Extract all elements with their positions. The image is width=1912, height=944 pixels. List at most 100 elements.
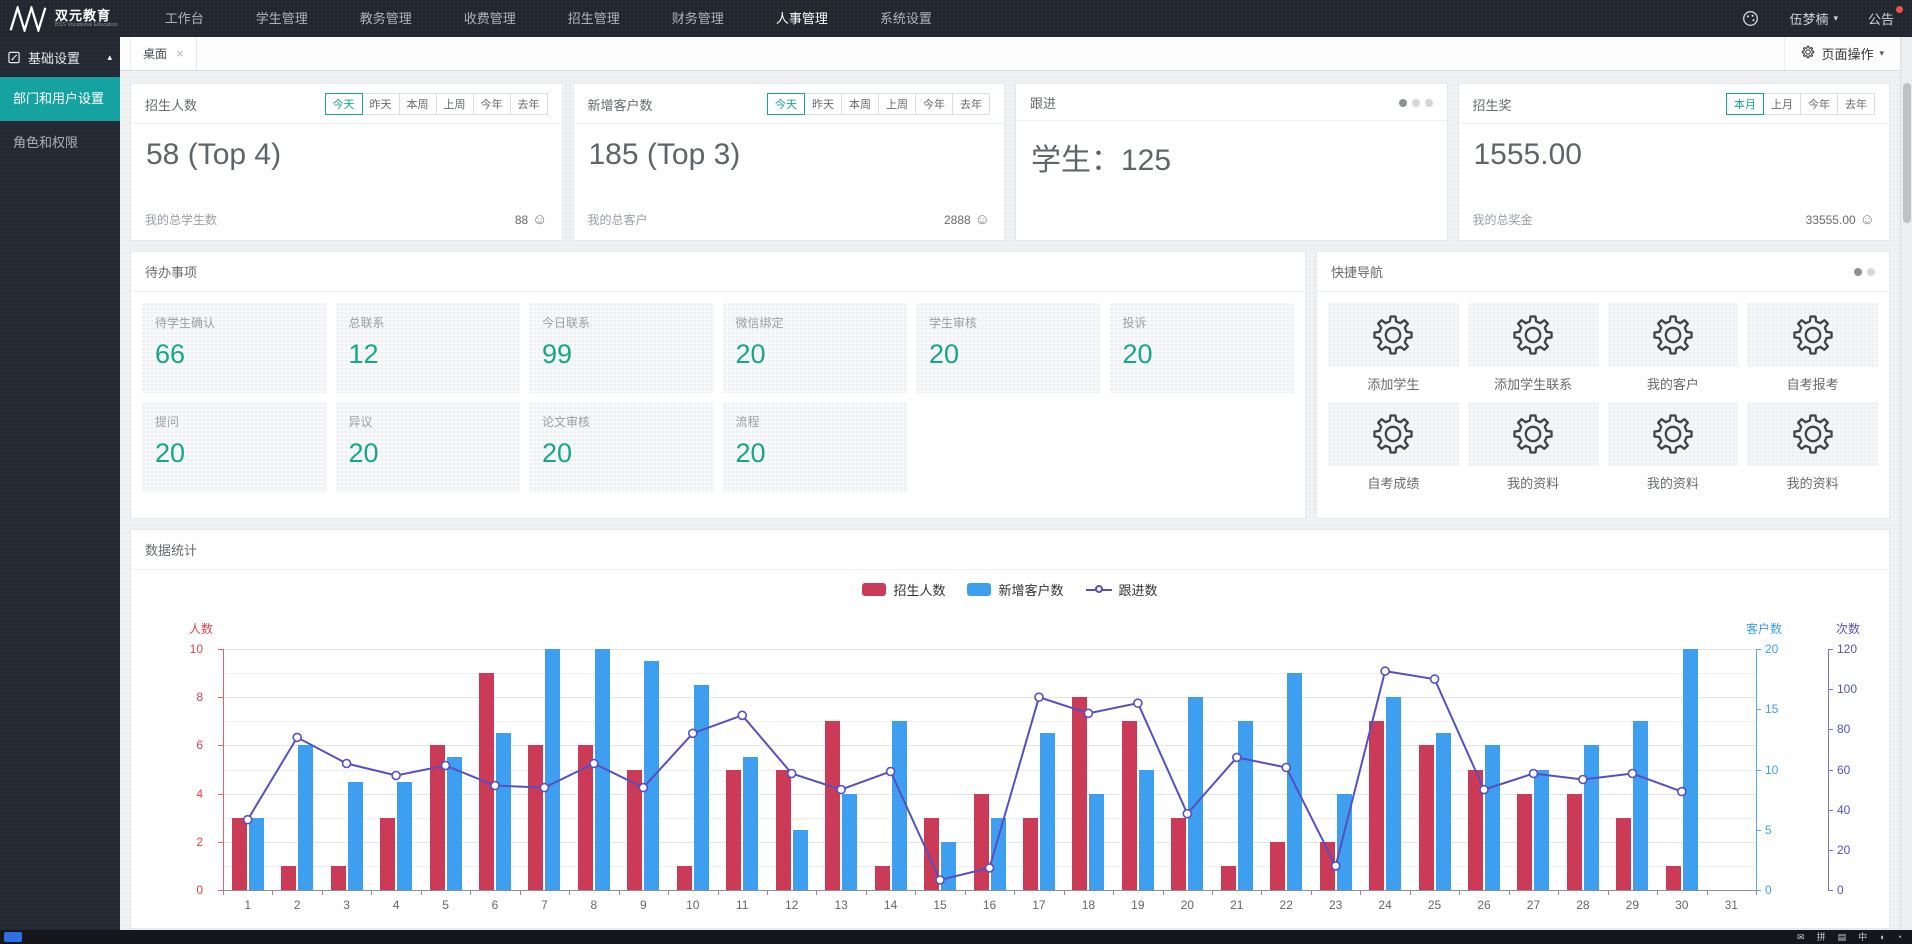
user-menu[interactable]: 伍梦楠 ▾	[1789, 9, 1838, 28]
nav-item-2[interactable]: 学生管理	[230, 0, 334, 37]
x-axis-label: 1	[244, 898, 251, 912]
quick-nav-tile-3[interactable]: 我的客户	[1608, 303, 1739, 393]
announcement-label: 公告	[1868, 12, 1894, 27]
todo-tile-2[interactable]: 总联系12	[336, 303, 521, 393]
quick-nav-tile-6[interactable]: 我的资料	[1468, 402, 1599, 492]
nav-item-7[interactable]: 人事管理	[750, 0, 854, 37]
carousel-dot[interactable]	[1399, 99, 1407, 107]
language-icon[interactable]: 中	[1858, 932, 1867, 942]
todo-tile-4[interactable]: 微信绑定20	[723, 303, 908, 393]
volume-icon[interactable]: ◖	[1879, 932, 1884, 942]
carousel-dot[interactable]	[1854, 268, 1862, 276]
filter-button-去年[interactable]: 去年	[510, 93, 548, 115]
tab-desktop[interactable]: 桌面 ×	[130, 37, 197, 70]
quick-nav-tile-5[interactable]: 自考成绩	[1328, 402, 1459, 492]
stat-card-body: 58 (Top 4)	[131, 124, 562, 211]
x-tick-mark	[619, 890, 620, 895]
sidebar-item-1[interactable]: 部门和用户设置	[0, 77, 120, 121]
todo-tile-5[interactable]: 学生审核20	[916, 303, 1101, 393]
y-axis-offset-tick: 100	[1837, 682, 1857, 696]
line-point	[1678, 788, 1686, 796]
x-axis-label: 17	[1032, 898, 1045, 912]
sidebar-item-2[interactable]: 角色和权限	[0, 121, 120, 165]
x-tick-mark	[1064, 890, 1065, 895]
nav-item-5[interactable]: 招生管理	[542, 0, 646, 37]
line-point	[392, 772, 400, 780]
x-tick-mark	[223, 890, 224, 895]
x-axis-label: 28	[1576, 898, 1589, 912]
todo-tile-3[interactable]: 今日联系99	[529, 303, 714, 393]
sidebar-group-header[interactable]: 基础设置 ▴	[0, 37, 120, 77]
quick-nav-dots	[1854, 268, 1875, 276]
filter-button-上周[interactable]: 上周	[436, 93, 474, 115]
chevron-down-icon: ▾	[1833, 13, 1838, 24]
todo-tile-9[interactable]: 论文审核20	[529, 402, 714, 492]
filter-button-今年[interactable]: 今年	[915, 93, 953, 115]
legend-item-跟进数[interactable]: 跟进数	[1086, 580, 1158, 599]
filter-button-上月[interactable]: 上月	[1763, 93, 1801, 115]
todo-tile-6[interactable]: 投诉20	[1110, 303, 1295, 393]
filter-button-昨天[interactable]: 昨天	[804, 93, 842, 115]
vertical-scrollbar[interactable]	[1900, 37, 1912, 930]
footer-label: 我的总奖金	[1473, 211, 1533, 228]
theme-palette-icon[interactable]	[1742, 10, 1759, 27]
filter-button-今天[interactable]: 今天	[325, 93, 363, 115]
filter-button-去年[interactable]: 去年	[952, 93, 990, 115]
filter-button-今年[interactable]: 今年	[473, 93, 511, 115]
x-tick-mark	[915, 890, 916, 895]
filter-button-昨天[interactable]: 昨天	[362, 93, 400, 115]
scrollbar-thumb[interactable]	[1903, 83, 1911, 223]
ime-icon[interactable]: 拼	[1817, 932, 1826, 942]
todo-label: 微信绑定	[736, 314, 895, 331]
carousel-dot[interactable]	[1867, 268, 1875, 276]
filter-button-本月[interactable]: 本月	[1726, 93, 1764, 115]
carousel-dot[interactable]	[1412, 99, 1420, 107]
announcement-link[interactable]: 公告	[1868, 9, 1894, 28]
todo-tile-10[interactable]: 流程20	[723, 402, 908, 492]
quick-nav-tile-1[interactable]: 添加学生	[1328, 303, 1459, 393]
filter-button-今天[interactable]: 今天	[767, 93, 805, 115]
nav-item-6[interactable]: 财务管理	[646, 0, 750, 37]
line-point	[1332, 862, 1340, 870]
carousel-dot[interactable]	[1425, 99, 1433, 107]
quick-nav-label: 添加学生联系	[1468, 374, 1599, 393]
quick-nav-tile-4[interactable]: 自考报考	[1747, 303, 1878, 393]
todo-tile-8[interactable]: 异议20	[336, 402, 521, 492]
legend-item-招生人数[interactable]: 招生人数	[862, 580, 945, 599]
legend-swatch	[862, 583, 886, 596]
gear-icon	[1608, 303, 1739, 367]
clipboard-icon[interactable]: ▤	[1838, 932, 1847, 942]
page-actions-button[interactable]: 页面操作 ▾	[1784, 37, 1900, 70]
brand-subtitle: BSS Vocational Education	[55, 22, 118, 28]
stat-card-2: 新增客户数今天昨天本周上周今年去年185 (Top 3)我的总客户2888☺	[573, 83, 1006, 241]
todo-tile-7[interactable]: 提问20	[142, 402, 327, 492]
main-content: 招生人数今天昨天本周上周今年去年58 (Top 4)我的总学生数88☺新增客户数…	[120, 71, 1900, 930]
quick-nav-tile-7[interactable]: 我的资料	[1608, 402, 1739, 492]
start-button[interactable]	[4, 932, 22, 942]
nav-item-8[interactable]: 系统设置	[854, 0, 958, 37]
x-axis-label: 18	[1082, 898, 1095, 912]
legend-item-新增客户数[interactable]: 新增客户数	[967, 580, 1063, 599]
nav-item-1[interactable]: 工作台	[139, 0, 230, 37]
line-point	[1183, 810, 1191, 818]
chevron-up-icon: ▴	[107, 52, 112, 63]
filter-button-去年[interactable]: 去年	[1837, 93, 1875, 115]
x-axis-label: 20	[1181, 898, 1194, 912]
quick-nav-tile-2[interactable]: 添加学生联系	[1468, 303, 1599, 393]
nav-item-3[interactable]: 教务管理	[334, 0, 438, 37]
filter-button-本周[interactable]: 本周	[841, 93, 879, 115]
filter-button-本周[interactable]: 本周	[399, 93, 437, 115]
quick-nav-title: 快捷导航	[1331, 262, 1383, 281]
line-point	[1431, 675, 1439, 683]
brand-logo[interactable]: 双元教育 BSS Vocational Education	[0, 0, 139, 37]
filter-button-上周[interactable]: 上周	[878, 93, 916, 115]
close-icon[interactable]: ×	[176, 46, 184, 61]
clock-icon[interactable]: ◔	[1897, 932, 1902, 942]
x-axis-label: 3	[343, 898, 350, 912]
mail-icon[interactable]: ✉	[1797, 932, 1805, 942]
quick-nav-tile-8[interactable]: 我的资料	[1747, 402, 1878, 492]
filter-button-今年[interactable]: 今年	[1800, 93, 1838, 115]
todo-tile-1[interactable]: 待学生确认66	[142, 303, 327, 393]
nav-item-4[interactable]: 收费管理	[438, 0, 542, 37]
x-axis-label: 27	[1527, 898, 1540, 912]
